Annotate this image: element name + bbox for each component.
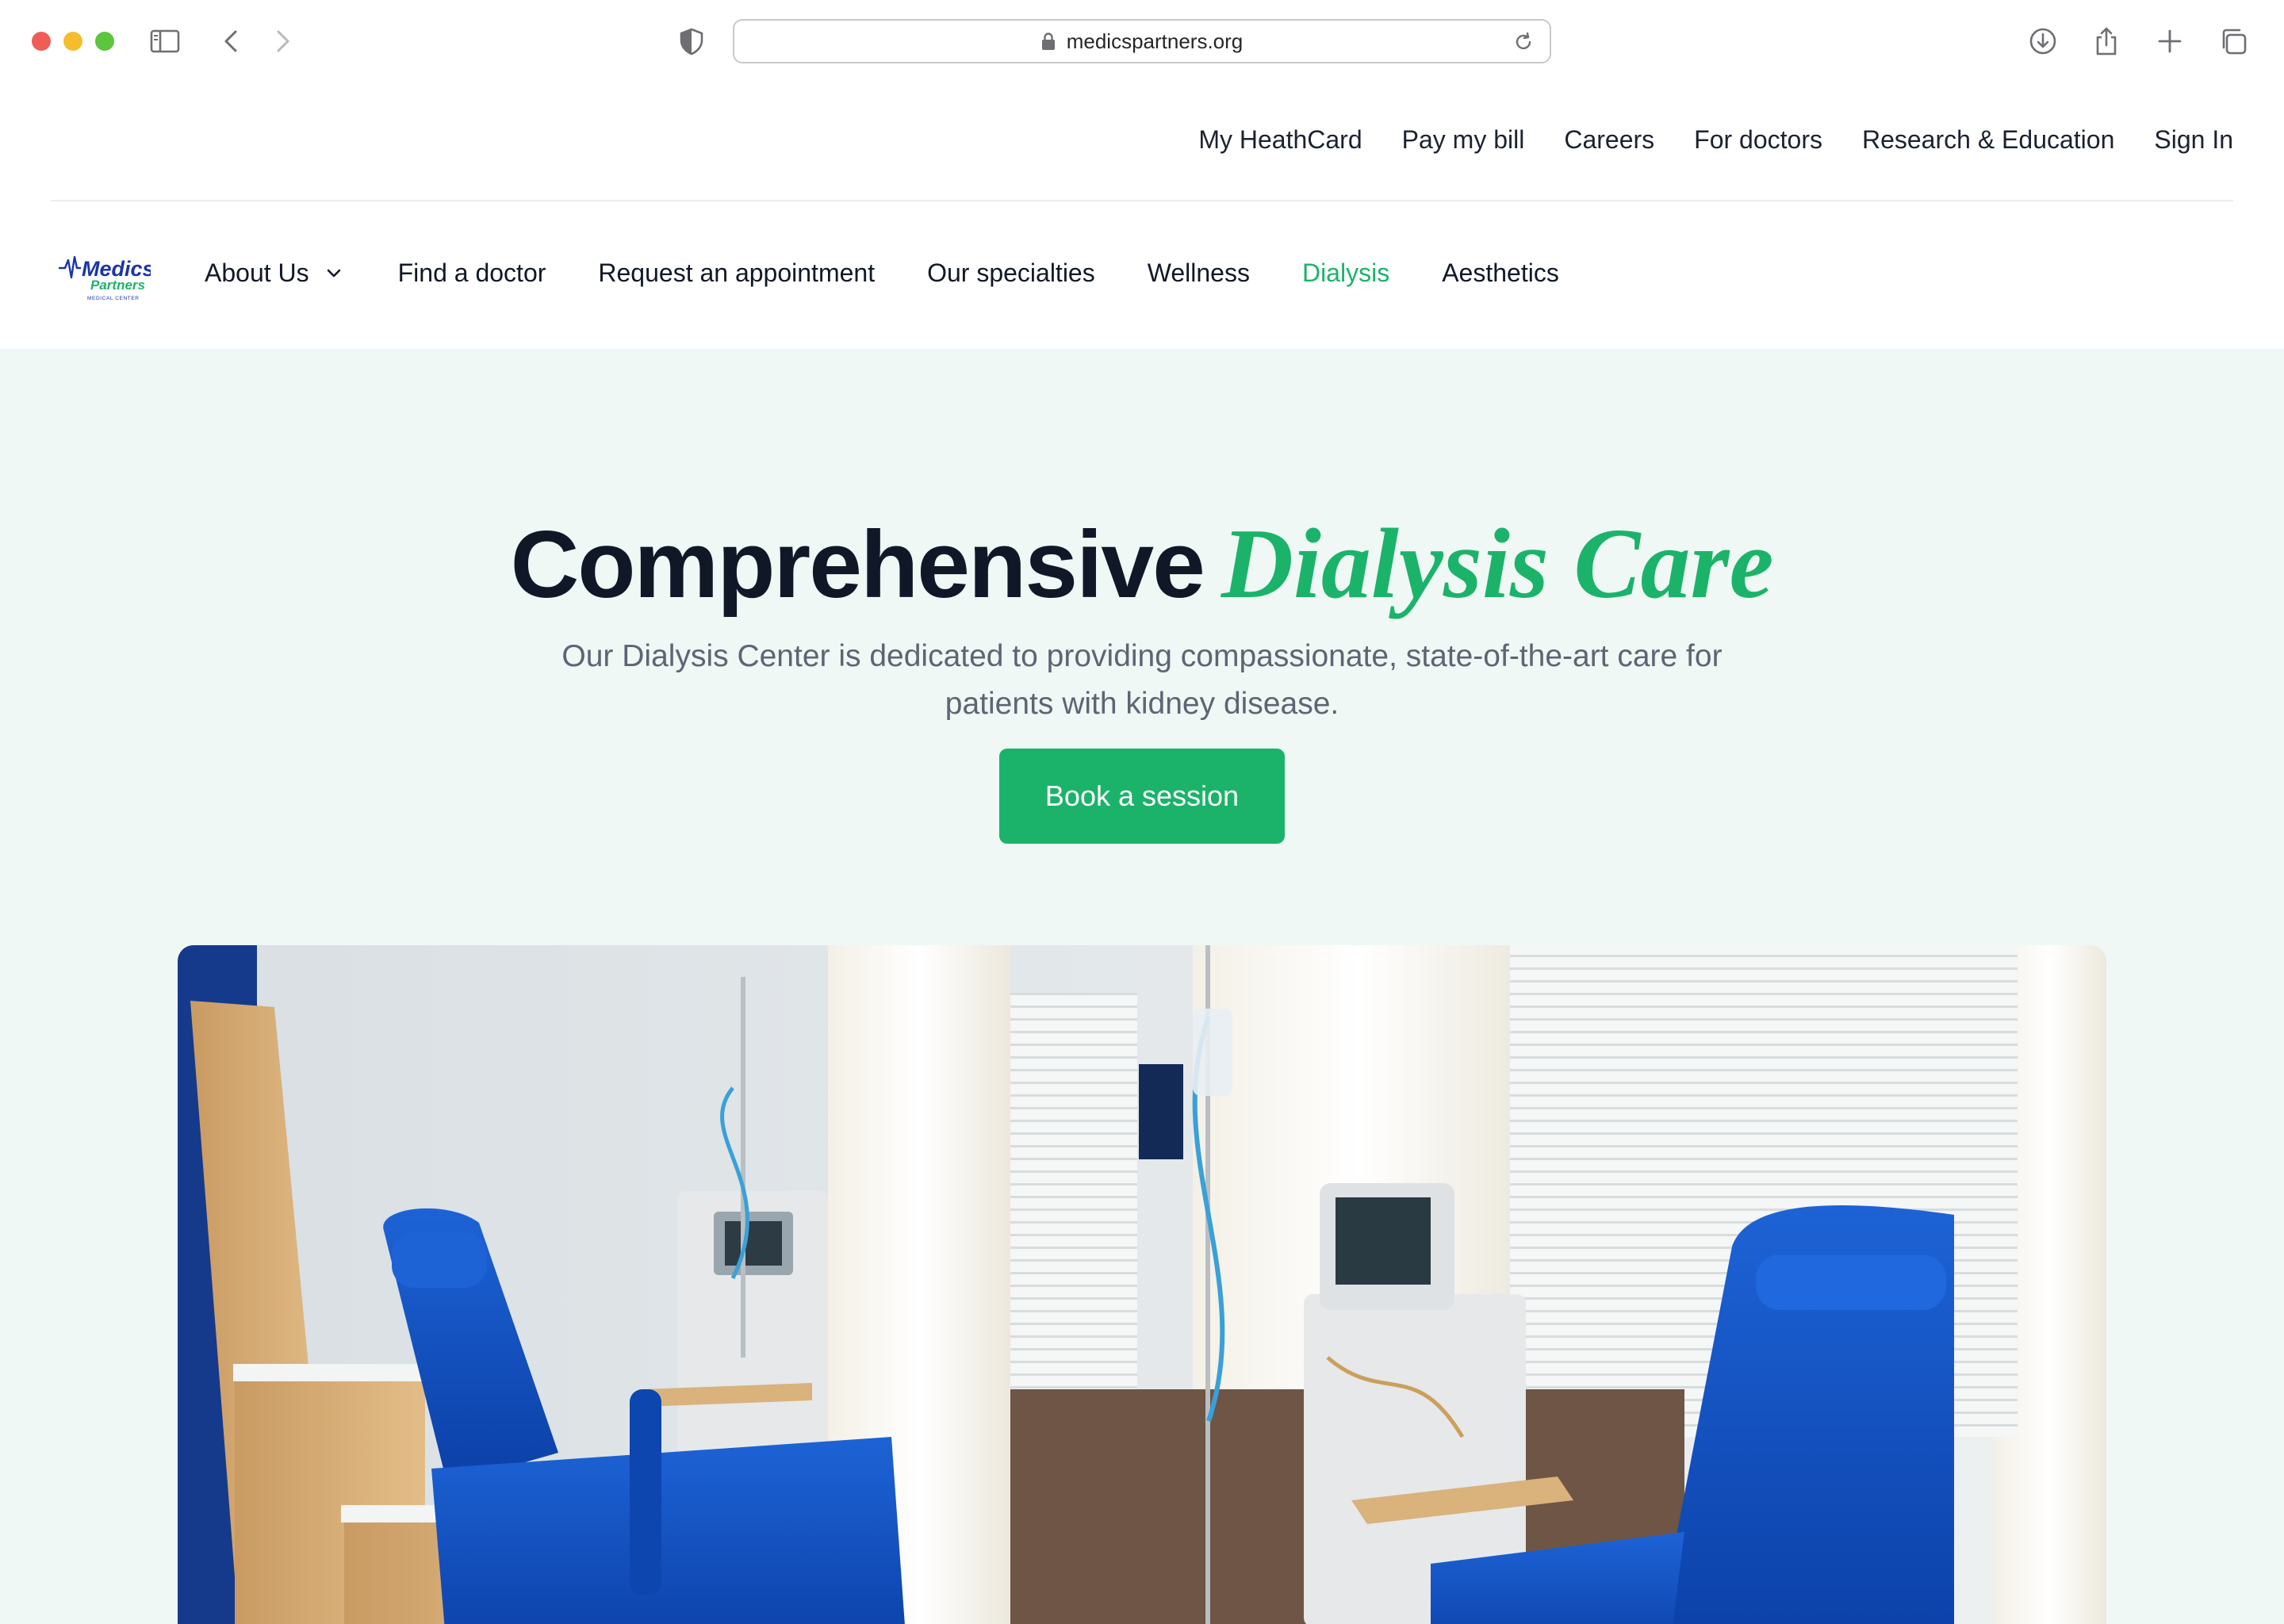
primary-nav-links: About Us Find a doctor Request an appoin… [205, 259, 1559, 288]
reload-icon[interactable] [1512, 30, 1535, 54]
utility-link-for-doctors[interactable]: For doctors [1694, 125, 1822, 155]
sidebar-icon[interactable] [149, 25, 181, 57]
browser-toolbar: medicspartners.org [0, 0, 2284, 82]
lock-icon [1041, 32, 1056, 51]
hero-title: Comprehensive Dialysis Care [0, 508, 2284, 622]
url-text: medicspartners.org [1066, 29, 1244, 53]
main-nav: Medics Partners MEDICAL CENTER About Us … [0, 201, 2284, 349]
chevron-down-icon [322, 262, 346, 285]
utility-link-careers[interactable]: Careers [1564, 125, 1654, 155]
nav-item-dialysis[interactable]: Dialysis [1302, 259, 1389, 288]
share-icon[interactable] [2090, 25, 2122, 57]
nav-item-find-doctor[interactable]: Find a doctor [398, 259, 546, 288]
utility-link-sign-in[interactable]: Sign In [2154, 125, 2233, 155]
window-controls [32, 32, 114, 51]
utility-link-research-education[interactable]: Research & Education [1862, 125, 2114, 155]
nav-item-request-appointment[interactable]: Request an appointment [598, 259, 875, 288]
book-session-button[interactable]: Book a session [999, 749, 1285, 844]
utility-link-healthcard[interactable]: My HeathCard [1198, 125, 1362, 155]
minimize-window-button[interactable] [63, 32, 82, 51]
nav-item-aesthetics[interactable]: Aesthetics [1442, 259, 1559, 288]
logo-text-partners: Partners [90, 278, 145, 293]
nav-item-label: About Us [205, 259, 309, 287]
medics-partners-logo[interactable]: Medics Partners MEDICAL CENTER [57, 251, 155, 306]
privacy-shield-icon[interactable] [676, 25, 707, 57]
hero-title-accent: Dialysis Care [1221, 509, 1774, 619]
download-icon[interactable] [2027, 25, 2059, 57]
dialysis-room-photo [178, 945, 2106, 1624]
hero-subtitle: Our Dialysis Center is dedicated to prov… [561, 639, 1723, 721]
utility-nav: My HeathCard Pay my bill Careers For doc… [1198, 125, 2233, 155]
logo-text-medical-center: MEDICAL CENTER [87, 296, 140, 301]
nav-item-our-specialties[interactable]: Our specialties [927, 259, 1095, 288]
nav-item-wellness[interactable]: Wellness [1148, 259, 1250, 288]
forward-icon[interactable] [266, 25, 298, 57]
hero-section: Comprehensive Dialysis Care Our Dialysis … [0, 349, 2284, 1624]
tabs-overview-icon[interactable] [2217, 25, 2249, 57]
close-window-button[interactable] [32, 32, 51, 51]
hero-title-main: Comprehensive [510, 511, 1205, 618]
utility-link-pay-bill[interactable]: Pay my bill [1402, 125, 1525, 155]
zoom-window-button[interactable] [95, 32, 114, 51]
back-icon[interactable] [216, 25, 247, 57]
new-tab-icon[interactable] [2154, 25, 2186, 57]
address-bar[interactable]: medicspartners.org [733, 19, 1551, 63]
nav-item-about-us[interactable]: About Us [205, 259, 346, 288]
